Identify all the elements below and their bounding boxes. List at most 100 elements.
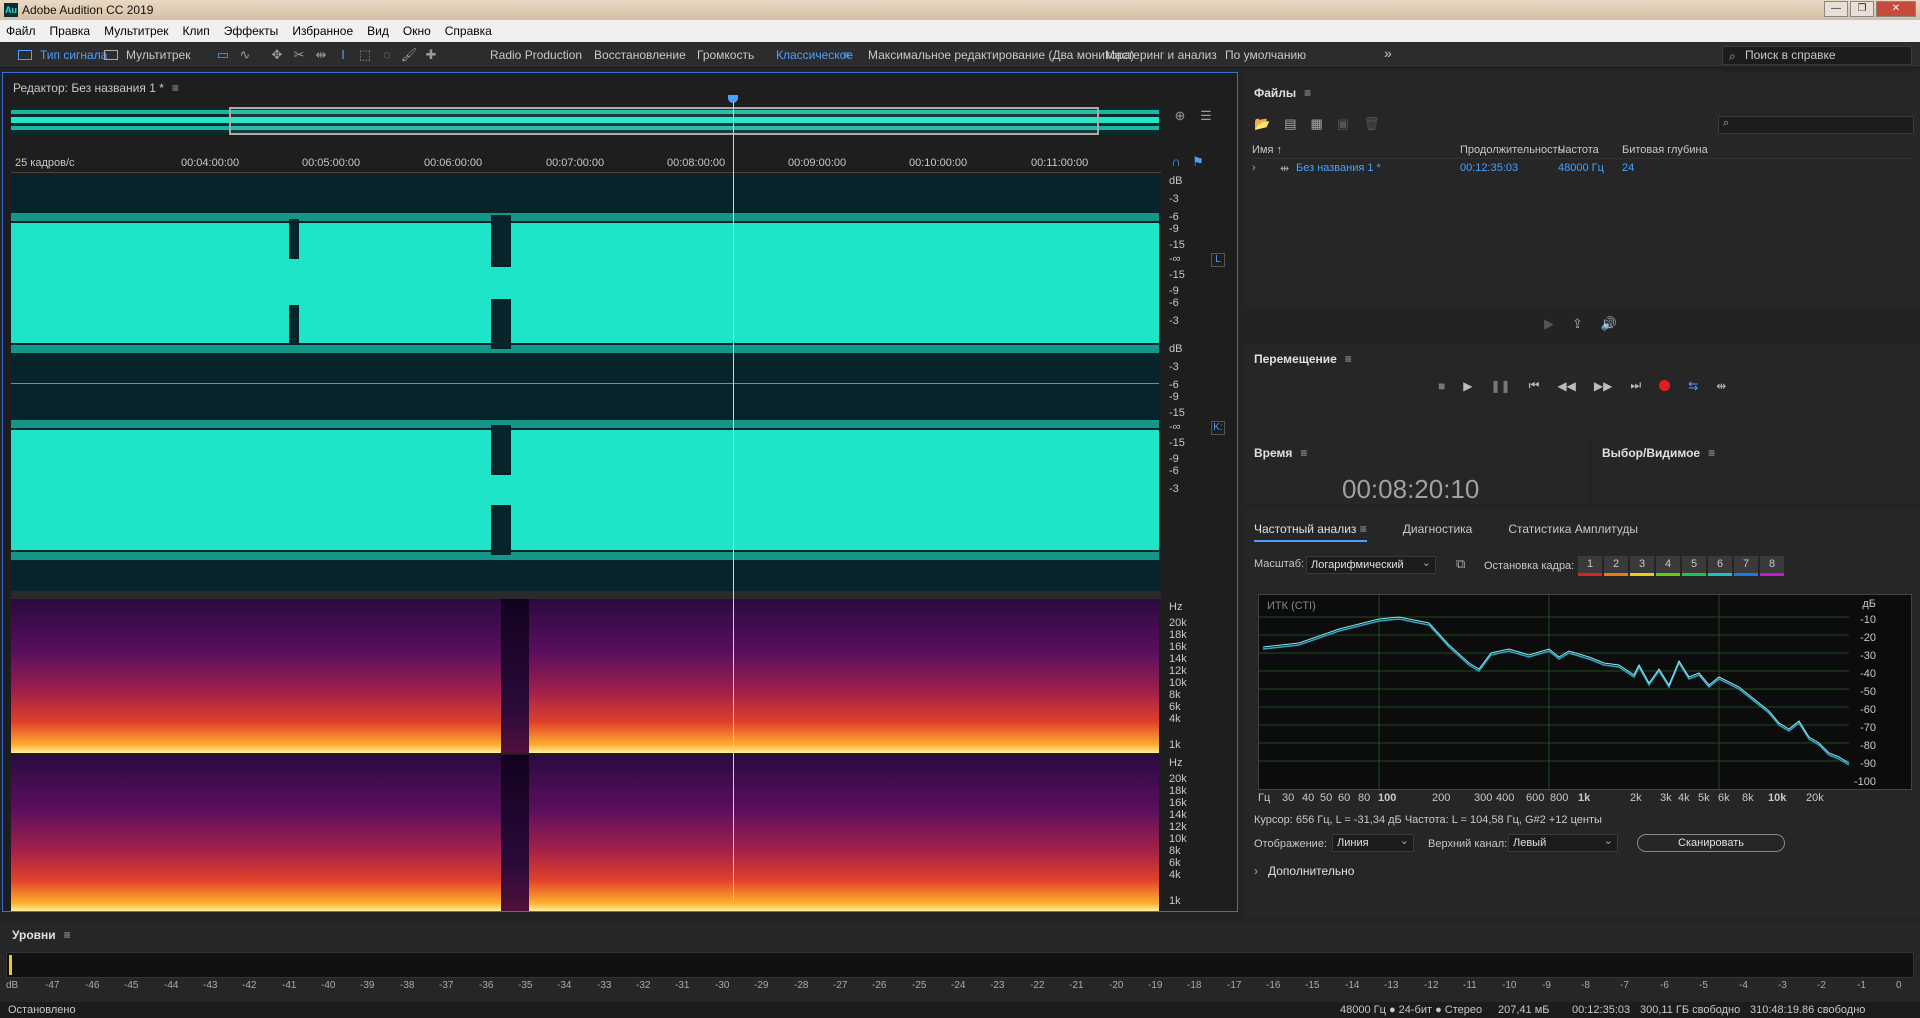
hold-frame-2[interactable]: 2 <box>1604 556 1628 576</box>
spectrogram-right[interactable] <box>11 755 1159 911</box>
menu-file[interactable]: Файл <box>6 24 36 38</box>
tab-frequency-analysis[interactable]: Частотный анализ ≡ <box>1254 522 1367 542</box>
record-icon[interactable] <box>1659 380 1671 391</box>
close-button[interactable]: ✕ <box>1876 1 1916 17</box>
move-tool-icon[interactable]: ✥ <box>268 46 286 64</box>
display-select[interactable]: Линия <box>1332 833 1414 852</box>
menu-edit[interactable]: Правка <box>50 24 91 38</box>
workspace-classic[interactable]: Классическое <box>776 48 853 62</box>
lasso-tool-icon[interactable]: ◌ <box>378 46 396 64</box>
expand-icon[interactable]: › <box>1252 162 1256 174</box>
hold-frame-3[interactable]: 3 <box>1630 556 1654 576</box>
delete-icon[interactable]: 🗑 <box>1363 116 1380 132</box>
scale-select[interactable]: Логарифмический <box>1306 555 1436 574</box>
pitch-display-icon[interactable]: ∿ <box>236 46 254 64</box>
maximize-button[interactable]: ❐ <box>1850 1 1874 17</box>
menu-effects[interactable]: Эффекты <box>224 24 279 38</box>
panel-menu-icon[interactable]: ≡ <box>1708 446 1715 460</box>
razor-tool-icon[interactable]: ✂ <box>290 46 308 64</box>
time-selection-tool-icon[interactable]: I <box>334 46 352 64</box>
frequency-graph[interactable]: ИТК (СТI) <box>1258 594 1912 791</box>
file-row[interactable]: › ⇹ Без названия 1 * 00:12:35:03 48000 Г… <box>1252 160 1912 176</box>
menu-clip[interactable]: Клип <box>183 24 210 38</box>
spot-healing-tool-icon[interactable]: ✚ <box>422 46 440 64</box>
spectral-split-handle[interactable] <box>11 591 1161 599</box>
workspace-restoration[interactable]: Восстановление <box>594 48 686 62</box>
playhead[interactable] <box>733 102 734 902</box>
hold-frame-1[interactable]: 1 <box>1578 556 1602 576</box>
hold-frame-8[interactable]: 8 <box>1760 556 1784 576</box>
spectrogram-left[interactable] <box>11 599 1159 753</box>
import-file-icon[interactable]: ▤ <box>1284 116 1296 132</box>
zoom-navigator-icon[interactable]: ⊕ <box>1171 107 1189 125</box>
scan-button[interactable]: Сканировать <box>1637 834 1785 852</box>
waveform-display[interactable] <box>11 175 1159 591</box>
slip-tool-icon[interactable]: ⇹ <box>312 46 330 64</box>
help-search-input[interactable]: ⌕ Поиск в справке <box>1722 46 1912 65</box>
skip-selection-icon[interactable]: ⇹ <box>1716 379 1726 393</box>
workspace-mastering[interactable]: Мастеринг и анализ <box>1105 48 1217 62</box>
minimize-button[interactable]: — <box>1824 1 1848 17</box>
panel-menu-icon[interactable]: ≡ <box>64 928 71 942</box>
workspace-radio-production[interactable]: Radio Production <box>490 48 582 62</box>
multitrack-mode-button[interactable]: Мультитрек <box>104 46 190 64</box>
advanced-toggle[interactable]: › Дополнительно <box>1254 864 1354 878</box>
marquee-tool-icon[interactable]: ⬚ <box>356 46 374 64</box>
hold-frame-5[interactable]: 5 <box>1682 556 1706 576</box>
play-icon[interactable]: ▶ <box>1463 379 1472 393</box>
channel-right-toggle[interactable]: K: <box>1211 421 1225 435</box>
editor-options-icon[interactable]: ☰ <box>1197 107 1215 125</box>
snap-icon[interactable]: ∩ <box>1167 153 1185 171</box>
pause-icon[interactable]: ❚❚ <box>1490 379 1510 393</box>
preview-export-icon[interactable]: ⇪ <box>1572 316 1583 332</box>
new-file-icon[interactable]: ▦ <box>1310 116 1322 132</box>
workspace-default[interactable]: По умолчанию <box>1225 48 1306 62</box>
col-name[interactable]: Имя ↑ <box>1252 144 1282 156</box>
menu-view[interactable]: Вид <box>367 24 389 38</box>
menu-help[interactable]: Справка <box>445 24 492 38</box>
col-depth[interactable]: Битовая глубина <box>1622 144 1708 156</box>
insert-multitrack-icon[interactable]: ▣ <box>1337 116 1349 132</box>
menu-multitrack[interactable]: Мультитрек <box>104 24 168 38</box>
hold-frame-6[interactable]: 6 <box>1708 556 1732 576</box>
preview-play-icon[interactable]: ▶ <box>1544 316 1554 332</box>
tab-diagnostics[interactable]: Диагностика <box>1403 522 1473 542</box>
col-duration[interactable]: Продолжительность <box>1460 144 1563 156</box>
col-rate[interactable]: Частота <box>1558 144 1599 156</box>
menu-window[interactable]: Окно <box>403 24 431 38</box>
rewind-icon[interactable]: ◀◀ <box>1557 379 1575 393</box>
capture-icon[interactable]: ⧉ <box>1456 556 1465 572</box>
level-scale-label: -14 <box>1345 980 1360 991</box>
channel-select[interactable]: Левый <box>1508 833 1618 852</box>
go-to-end-icon[interactable]: ⏭ <box>1630 378 1641 393</box>
level-scale-label: -42 <box>242 980 257 991</box>
workspace-loudness[interactable]: Громкость <box>697 48 754 62</box>
time-ruler[interactable]: 25 кадров/с 00:04:00:00 00:05:00:00 00:0… <box>11 155 1161 173</box>
panel-menu-icon[interactable]: ≡ <box>172 81 179 95</box>
open-file-icon[interactable]: 📂 <box>1254 116 1270 132</box>
files-search-input[interactable]: ⌕ <box>1718 116 1914 134</box>
marker-icon[interactable]: ⚑ <box>1189 153 1207 171</box>
level-scale-label: -1 <box>1857 980 1866 991</box>
panel-menu-icon[interactable]: ≡ <box>1345 352 1352 366</box>
channel-left-toggle[interactable]: L <box>1211 253 1225 267</box>
fast-forward-icon[interactable]: ▶▶ <box>1594 379 1612 393</box>
preview-volume-icon[interactable]: 🔊 <box>1601 316 1617 332</box>
hold-frame-4[interactable]: 4 <box>1656 556 1680 576</box>
zoom-viewport[interactable] <box>229 107 1099 135</box>
workspace-max-editing[interactable]: Максимальное редактирование (Два монитор… <box>868 48 1134 62</box>
stop-icon[interactable]: ■ <box>1438 379 1445 393</box>
more-workspaces-button[interactable]: » <box>1384 45 1392 61</box>
workspace-menu-icon[interactable]: ≡ <box>843 48 850 62</box>
menu-favorites[interactable]: Избранное <box>292 24 353 38</box>
hold-frame-7[interactable]: 7 <box>1734 556 1758 576</box>
loop-icon[interactable]: ⇆ <box>1688 379 1698 393</box>
brush-tool-icon[interactable]: 🖌 <box>400 46 418 64</box>
go-to-start-icon[interactable]: ⏮ <box>1529 378 1540 393</box>
tab-amplitude-statistics[interactable]: Статистика Амплитуды <box>1508 522 1638 542</box>
waveform-mode-button[interactable]: Тип сигнала <box>18 46 107 64</box>
panel-menu-icon[interactable]: ≡ <box>1304 86 1311 100</box>
spectral-display-icon[interactable]: ▭ <box>214 46 232 64</box>
overview-waveform[interactable] <box>11 107 1159 135</box>
panel-menu-icon[interactable]: ≡ <box>1300 446 1307 460</box>
